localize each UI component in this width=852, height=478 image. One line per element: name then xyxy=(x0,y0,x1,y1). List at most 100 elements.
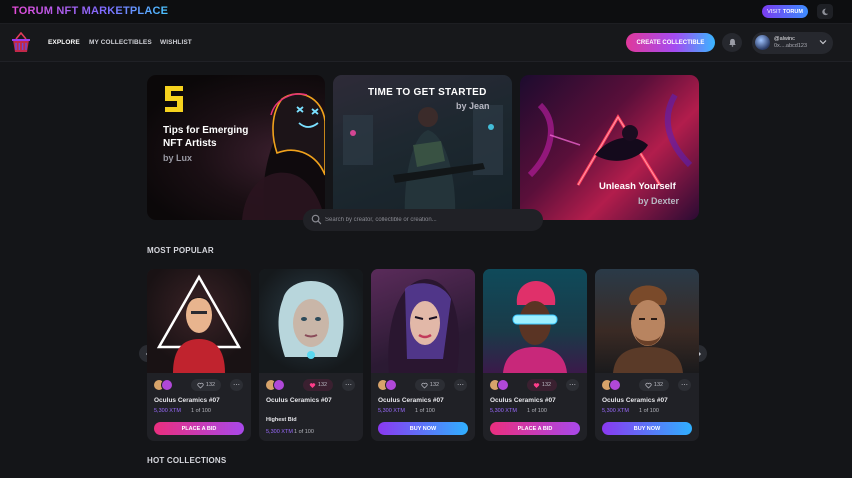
banner-get-started-title: TIME TO GET STARTED xyxy=(368,87,487,98)
brand-title: TORUM NFT MARKETPLACE xyxy=(12,5,169,17)
owner-avatars xyxy=(377,379,403,391)
collectible-edition: 1 of 100 xyxy=(415,408,435,414)
banner-tips-author: by Lux xyxy=(163,153,193,163)
search-input[interactable] xyxy=(325,213,535,227)
user-handle: @alwinc xyxy=(774,36,795,42)
visit-torum-button[interactable]: VISIT TORUM xyxy=(762,5,808,18)
collectible-name: Oculus Ceramics #07 xyxy=(266,397,332,404)
ellipsis-icon: ⋯ xyxy=(569,381,576,389)
banner-unleash-author: by Dexter xyxy=(638,196,680,206)
like-button[interactable]: 132 xyxy=(527,379,557,391)
banner-tips[interactable]: Tips for Emerging NFT Artists by Lux xyxy=(147,75,325,220)
owner-avatar[interactable] xyxy=(273,379,285,391)
top-bar: TORUM NFT MARKETPLACE VISIT TORUM xyxy=(0,0,852,24)
heart-outline-icon xyxy=(421,382,428,389)
avatar xyxy=(755,35,770,50)
heart-outline-icon xyxy=(645,382,652,389)
highest-bid-label: Highest Bid xyxy=(266,417,297,423)
collectible-card[interactable]: 132 ⋯ Oculus Ceramics #07 5,300 XTM 1 of… xyxy=(595,269,699,441)
banner-unleash-title: Unleash Yourself xyxy=(599,181,676,192)
notifications-button[interactable] xyxy=(722,33,742,52)
more-options-button[interactable]: ⋯ xyxy=(342,379,355,391)
more-options-button[interactable]: ⋯ xyxy=(454,379,467,391)
heart-outline-icon xyxy=(197,382,204,389)
ellipsis-icon: ⋯ xyxy=(345,381,352,389)
banner-get-started[interactable]: TIME TO GET STARTED by Jean xyxy=(333,75,512,220)
collectible-edition: 1 of 100 xyxy=(191,408,211,414)
collectible-edition: 1 of 100 xyxy=(527,408,547,414)
owner-avatars xyxy=(265,379,291,391)
owner-avatar[interactable] xyxy=(385,379,397,391)
buy-now-button[interactable]: BUY NOW xyxy=(378,422,468,435)
basket-logo-icon[interactable] xyxy=(11,31,31,54)
like-count: 132 xyxy=(429,382,440,388)
owner-avatar[interactable] xyxy=(609,379,621,391)
collectible-image xyxy=(483,269,587,373)
collectible-price: 5,300 XTM xyxy=(378,408,405,414)
collectible-edition: 1 of 100 xyxy=(294,429,314,435)
collectible-edition: 1 of 100 xyxy=(639,408,659,414)
nav-explore[interactable]: EXPLORE xyxy=(48,39,80,46)
like-count: 132 xyxy=(205,382,216,388)
chevron-down-icon xyxy=(819,40,827,45)
collectible-price: 5,300 XTM xyxy=(490,408,517,414)
search-icon xyxy=(311,214,322,225)
owner-avatars xyxy=(601,379,627,391)
collectible-card[interactable]: 132 ⋯ Oculus Ceramics #07 Highest Bid 5,… xyxy=(259,269,363,441)
heart-filled-icon xyxy=(309,382,316,388)
buy-now-button[interactable]: BUY NOW xyxy=(602,422,692,435)
like-count: 132 xyxy=(317,382,328,388)
collectible-name: Oculus Ceramics #07 xyxy=(602,397,668,404)
like-count: 132 xyxy=(653,382,664,388)
banner-get-started-author: by Jean xyxy=(456,101,490,111)
nav-wishlist[interactable]: WISHLIST xyxy=(160,39,192,46)
wallet-address: 0x....abcd123 xyxy=(774,43,808,49)
like-count: 132 xyxy=(541,382,552,388)
bell-icon xyxy=(728,38,736,47)
owner-avatar[interactable] xyxy=(497,379,509,391)
section-title-hot-collections: HOT COLLECTIONS xyxy=(147,456,227,465)
ellipsis-icon: ⋯ xyxy=(457,381,464,389)
visit-brand: TORUM xyxy=(782,8,803,15)
more-options-button[interactable]: ⋯ xyxy=(566,379,579,391)
ellipsis-icon: ⋯ xyxy=(233,381,240,389)
visit-label: VISIT xyxy=(767,8,781,15)
banner-unleash[interactable]: Unleash Yourself by Dexter xyxy=(520,75,699,220)
collectible-image xyxy=(371,269,475,373)
more-options-button[interactable]: ⋯ xyxy=(230,379,243,391)
collectible-name: Oculus Ceramics #07 xyxy=(154,397,220,404)
owner-avatars xyxy=(489,379,515,391)
theme-toggle-button[interactable] xyxy=(817,4,833,19)
collectible-card[interactable]: 132 ⋯ Oculus Ceramics #07 5,300 XTM 1 of… xyxy=(483,269,587,441)
collectible-price: 5,300 XTM xyxy=(154,408,181,414)
like-button[interactable]: 132 xyxy=(191,379,221,391)
collectible-image xyxy=(147,269,251,373)
nav-my-collectibles[interactable]: MY COLLECTIBLES xyxy=(89,39,152,46)
heart-filled-icon xyxy=(533,382,540,388)
owner-avatars xyxy=(153,379,179,391)
collectible-price: 5,300 XTM xyxy=(266,429,293,435)
section-title-most-popular: MOST POPULAR xyxy=(147,246,214,255)
user-menu[interactable]: @alwinc 0x....abcd123 xyxy=(752,32,833,54)
collectible-image xyxy=(595,269,699,373)
collectible-card[interactable]: 132 ⋯ Oculus Ceramics #07 5,300 XTM 1 of… xyxy=(147,269,251,441)
moon-icon xyxy=(822,8,829,15)
banner-tips-title: Tips for Emerging NFT Artists xyxy=(163,125,249,149)
nav-bar: EXPLORE MY COLLECTIBLES WISHLIST CREATE … xyxy=(0,24,852,62)
like-button[interactable]: 132 xyxy=(415,379,445,391)
place-bid-button[interactable]: PLACE A BID xyxy=(490,422,580,435)
five-tips-badge-icon xyxy=(165,86,183,112)
search-bar[interactable] xyxy=(303,209,543,231)
like-button[interactable]: 132 xyxy=(639,379,669,391)
more-options-button[interactable]: ⋯ xyxy=(678,379,691,391)
owner-avatar[interactable] xyxy=(161,379,173,391)
collectible-card[interactable]: 132 ⋯ Oculus Ceramics #07 5,300 XTM 1 of… xyxy=(371,269,475,441)
collectible-name: Oculus Ceramics #07 xyxy=(378,397,444,404)
place-bid-button[interactable]: PLACE A BID xyxy=(154,422,244,435)
collectible-image xyxy=(259,269,363,373)
collectible-name: Oculus Ceramics #07 xyxy=(490,397,556,404)
ellipsis-icon: ⋯ xyxy=(681,381,688,389)
like-button[interactable]: 132 xyxy=(303,379,333,391)
collectible-price: 5,300 XTM xyxy=(602,408,629,414)
create-collectible-button[interactable]: CREATE COLLECTIBLE xyxy=(626,33,715,52)
